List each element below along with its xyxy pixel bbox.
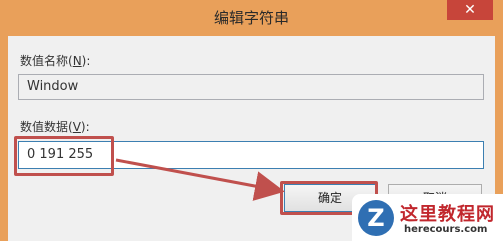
value-data-label: 数值数据(V): bbox=[20, 118, 90, 135]
watermark-en-text: herecours.com bbox=[404, 224, 488, 235]
value-name-label-key: N bbox=[72, 54, 82, 68]
value-data-input[interactable]: 0 191 255 bbox=[18, 141, 484, 169]
value-name-text: Window bbox=[27, 79, 79, 94]
value-name-label-prefix: 数值名称( bbox=[20, 54, 73, 68]
watermark-logo-icon: Z bbox=[358, 200, 394, 236]
watermark: Z 这里教程网 herecours.com bbox=[352, 194, 503, 241]
value-name-field: Window bbox=[18, 74, 484, 100]
close-icon: ✕ bbox=[464, 2, 476, 18]
close-button[interactable]: ✕ bbox=[447, 0, 493, 20]
value-data-label-prefix: 数值数据( bbox=[20, 120, 73, 134]
dialog-title: 编辑字符串 bbox=[213, 9, 289, 27]
value-name-label: 数值名称(N): bbox=[20, 52, 90, 69]
value-data-text: 0 191 255 bbox=[27, 147, 94, 162]
title-bar[interactable]: 编辑字符串 ✕ bbox=[0, 0, 503, 35]
value-data-label-key: V bbox=[72, 120, 81, 134]
watermark-cn-text: 这里教程网 bbox=[400, 204, 495, 225]
value-data-label-suffix: ): bbox=[80, 120, 90, 134]
value-name-label-suffix: ): bbox=[81, 54, 91, 68]
